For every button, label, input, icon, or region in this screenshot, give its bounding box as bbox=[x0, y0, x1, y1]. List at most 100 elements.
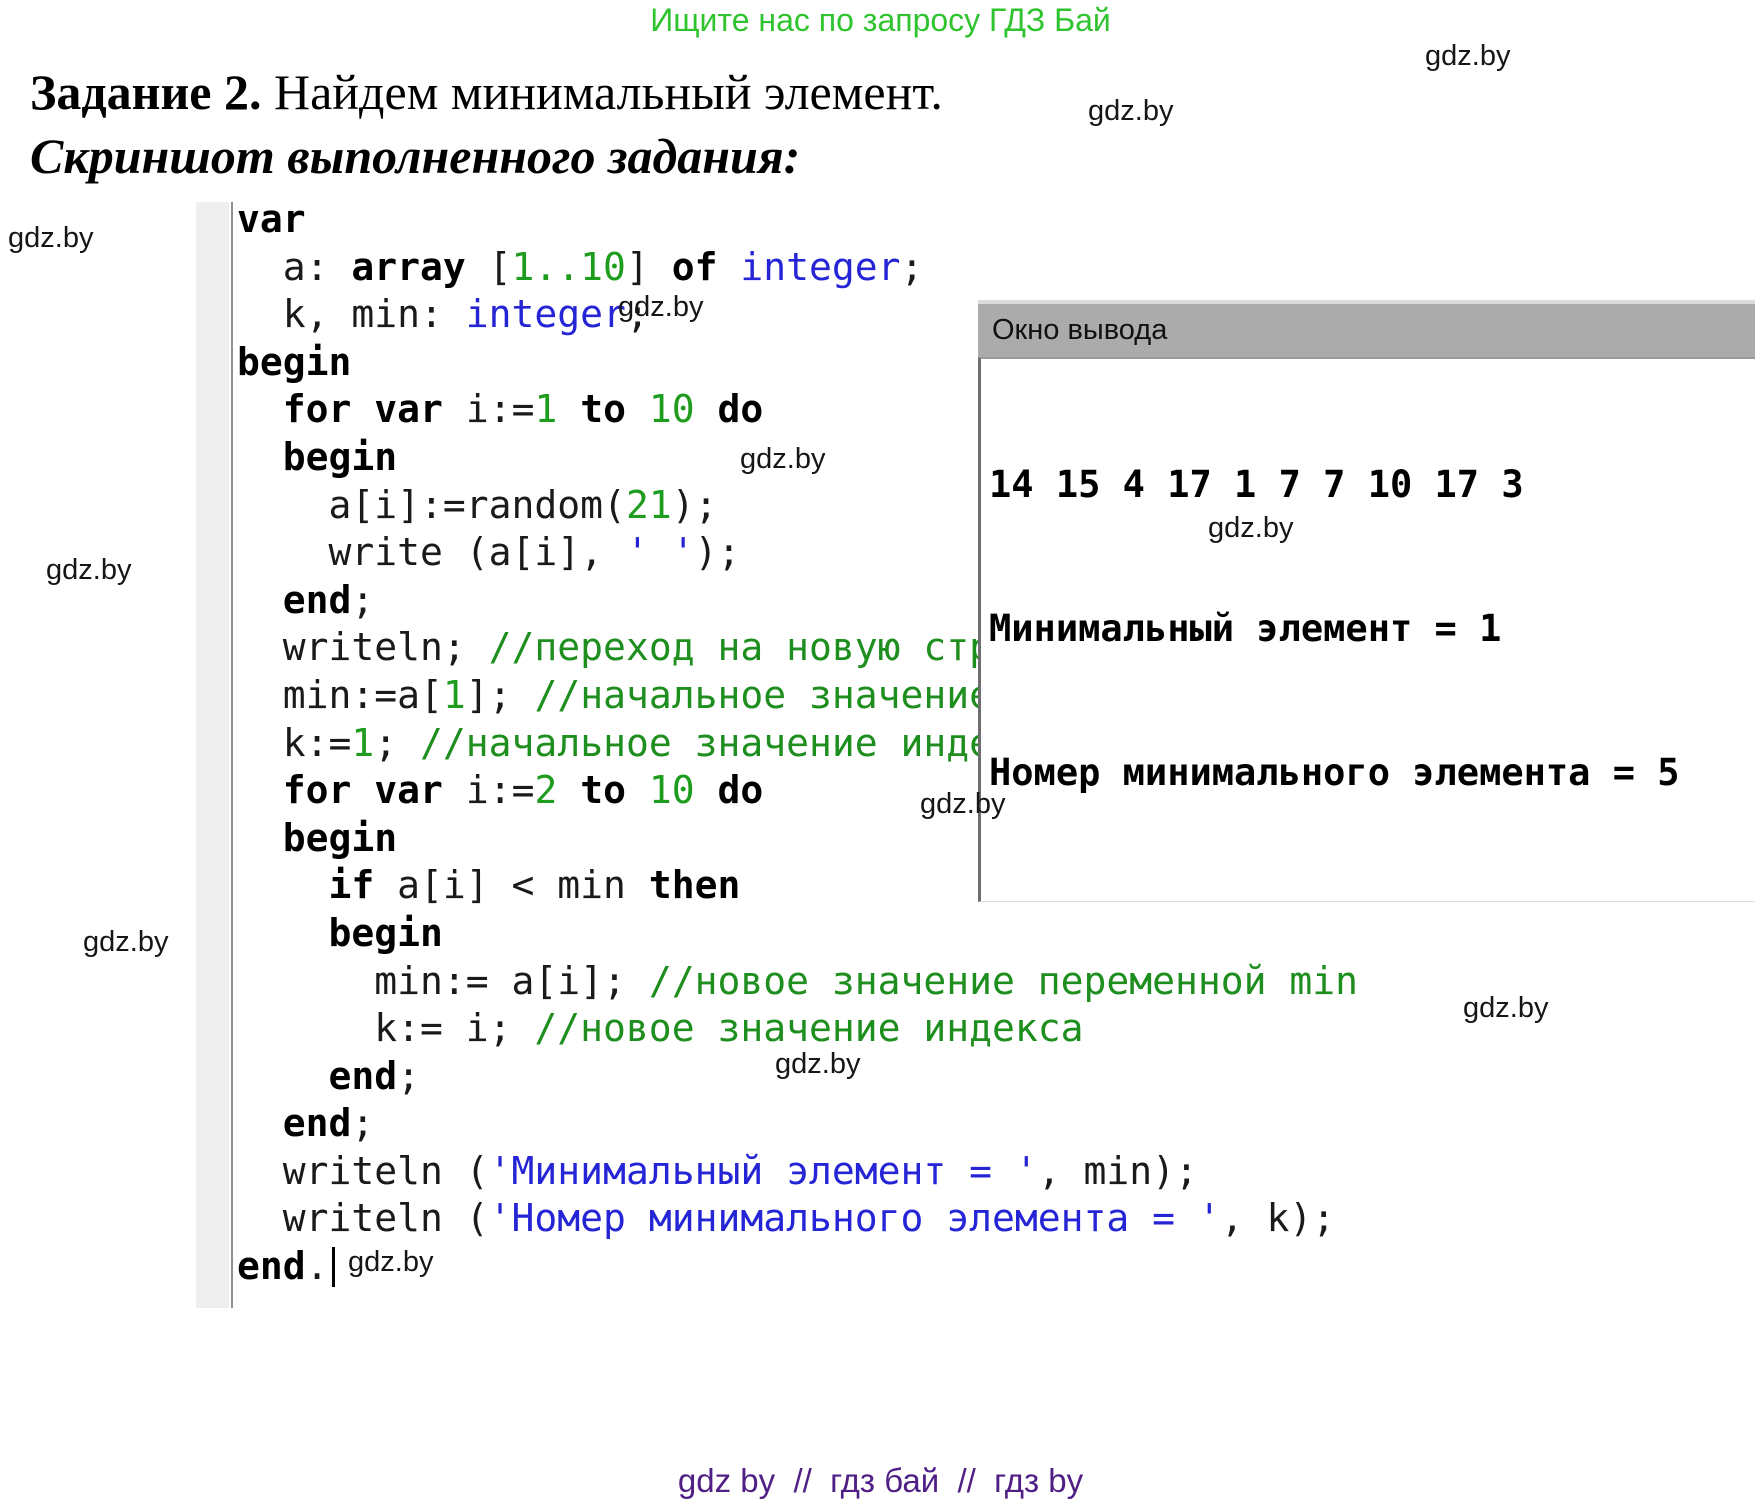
code-token-txt: min:=a[ bbox=[237, 673, 443, 717]
code-token-txt: ; bbox=[351, 578, 374, 622]
code-token-kw: end bbox=[283, 578, 352, 622]
code-token-num: 10 bbox=[649, 768, 695, 812]
output-line: 14 15 4 17 1 7 7 10 17 3 bbox=[989, 461, 1755, 509]
code-line: var bbox=[237, 196, 1564, 244]
code-token-com: //переход на новую строку bbox=[489, 625, 1061, 669]
code-token-txt bbox=[626, 768, 649, 812]
gdz-watermark: gdz.by bbox=[1208, 512, 1293, 545]
gdz-watermark: gdz.by bbox=[8, 222, 93, 255]
gdz-watermark: gdz.by bbox=[1463, 992, 1548, 1025]
code-token-txt: , min); bbox=[1038, 1149, 1198, 1193]
code-token-num: 1 bbox=[351, 721, 374, 765]
code-token-com: //новое значение индекса bbox=[534, 1006, 1083, 1050]
code-token-txt bbox=[237, 816, 283, 860]
code-token-kw: array bbox=[351, 245, 465, 289]
code-token-kw: for bbox=[283, 387, 352, 431]
code-token-typ: integer bbox=[740, 245, 900, 289]
output-window-titlebar: Окно вывода bbox=[978, 300, 1755, 357]
code-token-txt bbox=[626, 387, 649, 431]
gdz-watermark: gdz.by bbox=[618, 291, 703, 324]
code-token-kw: var bbox=[374, 768, 443, 812]
code-token-txt bbox=[695, 387, 718, 431]
code-line: begin bbox=[237, 910, 1564, 958]
code-token-txt: writeln; bbox=[237, 625, 489, 669]
code-token-kw: do bbox=[718, 387, 764, 431]
code-token-kw: if bbox=[329, 863, 375, 907]
code-token-txt: a[i]:=random( bbox=[237, 483, 626, 527]
code-token-txt: ); bbox=[695, 530, 741, 574]
code-token-txt: min:= a[i]; bbox=[237, 959, 649, 1003]
code-token-kw: for bbox=[283, 768, 352, 812]
code-token-num: 1 bbox=[534, 387, 557, 431]
code-token-kw: begin bbox=[283, 816, 397, 860]
code-line: k:= i; //новое значение индекса bbox=[237, 1005, 1564, 1053]
code-token-txt: ); bbox=[672, 483, 718, 527]
code-token-txt bbox=[695, 768, 718, 812]
code-token-kw: do bbox=[718, 768, 764, 812]
code-token-txt bbox=[237, 863, 329, 907]
code-token-str: 'Номер минимального элемента = ' bbox=[489, 1196, 1221, 1240]
code-line: min:= a[i]; //новое значение переменной … bbox=[237, 958, 1564, 1006]
code-token-kw: begin bbox=[329, 911, 443, 955]
code-token-txt bbox=[351, 768, 374, 812]
footer-tags: gdz by // гдз бай // гдз by bbox=[0, 1462, 1761, 1500]
output-window: Окно вывода 14 15 4 17 1 7 7 10 17 3 Мин… bbox=[978, 300, 1755, 902]
code-token-txt: a: bbox=[237, 245, 351, 289]
code-token-str: 'Минимальный элемент = ' bbox=[489, 1149, 1038, 1193]
code-token-kw: of bbox=[672, 245, 718, 289]
code-token-txt: i:= bbox=[443, 768, 535, 812]
code-token-txt bbox=[237, 435, 283, 479]
code-token-kw: to bbox=[580, 387, 626, 431]
code-token-num: 21 bbox=[626, 483, 672, 527]
screenshot-subheading: Скриншот выполненного задания: bbox=[30, 126, 800, 186]
code-token-kw: end bbox=[237, 1244, 306, 1288]
code-token-txt: , k); bbox=[1221, 1196, 1335, 1240]
code-token-kw: end bbox=[283, 1101, 352, 1145]
code-token-txt: ] bbox=[626, 245, 672, 289]
solution-page: Ищите нас по запросу ГДЗ Бай Задание 2. … bbox=[0, 0, 1761, 1507]
task-title: Найдем минимальный элемент. bbox=[262, 64, 943, 120]
code-line: end; bbox=[237, 1053, 1564, 1101]
text-cursor bbox=[332, 1247, 335, 1287]
code-token-kw: end bbox=[329, 1054, 398, 1098]
gdz-watermark: gdz.by bbox=[1088, 95, 1173, 128]
code-token-txt: ; bbox=[374, 721, 420, 765]
gdz-watermark: gdz.by bbox=[46, 554, 131, 587]
code-line: end. bbox=[237, 1243, 1564, 1291]
code-token-txt: k, min: bbox=[237, 292, 466, 336]
code-token-txt bbox=[237, 911, 329, 955]
code-line: writeln ('Минимальный элемент = ', min); bbox=[237, 1148, 1564, 1196]
code-token-txt: . bbox=[306, 1244, 329, 1288]
code-token-txt bbox=[717, 245, 740, 289]
output-window-content: 14 15 4 17 1 7 7 10 17 3 Минимальный эле… bbox=[978, 357, 1755, 902]
gdz-watermark: gdz.by bbox=[920, 788, 1005, 821]
code-token-txt: writeln ( bbox=[237, 1149, 489, 1193]
code-token-num: 1..10 bbox=[512, 245, 626, 289]
code-token-txt bbox=[237, 1101, 283, 1145]
code-token-kw: begin bbox=[283, 435, 397, 479]
code-token-txt bbox=[237, 578, 283, 622]
gdz-watermark: gdz.by bbox=[83, 926, 168, 959]
code-token-num: 1 bbox=[443, 673, 466, 717]
gdz-watermark: gdz.by bbox=[1425, 40, 1510, 73]
code-token-txt: write (a[i], bbox=[237, 530, 626, 574]
editor-gutter-border bbox=[231, 202, 233, 1308]
code-line: end; bbox=[237, 1100, 1564, 1148]
output-window-title: Окно вывода bbox=[992, 314, 1167, 347]
code-token-kw: then bbox=[649, 863, 741, 907]
code-token-txt bbox=[557, 387, 580, 431]
code-token-txt bbox=[237, 1054, 329, 1098]
code-token-str: ' ' bbox=[626, 530, 695, 574]
code-token-txt: [ bbox=[466, 245, 512, 289]
code-token-txt: k:= bbox=[237, 721, 351, 765]
code-token-kw: to bbox=[580, 768, 626, 812]
code-token-txt bbox=[351, 387, 374, 431]
task-number: Задание 2. bbox=[30, 64, 262, 120]
code-token-txt: i:= bbox=[443, 387, 535, 431]
code-line: writeln ('Номер минимального элемента = … bbox=[237, 1195, 1564, 1243]
code-line: a: array [1..10] of integer; bbox=[237, 244, 1564, 292]
editor-gutter bbox=[196, 202, 229, 1308]
task-heading: Задание 2. Найдем минимальный элемент. bbox=[30, 62, 943, 122]
code-token-num: 10 bbox=[649, 387, 695, 431]
gdz-watermark: gdz.by bbox=[348, 1246, 433, 1279]
